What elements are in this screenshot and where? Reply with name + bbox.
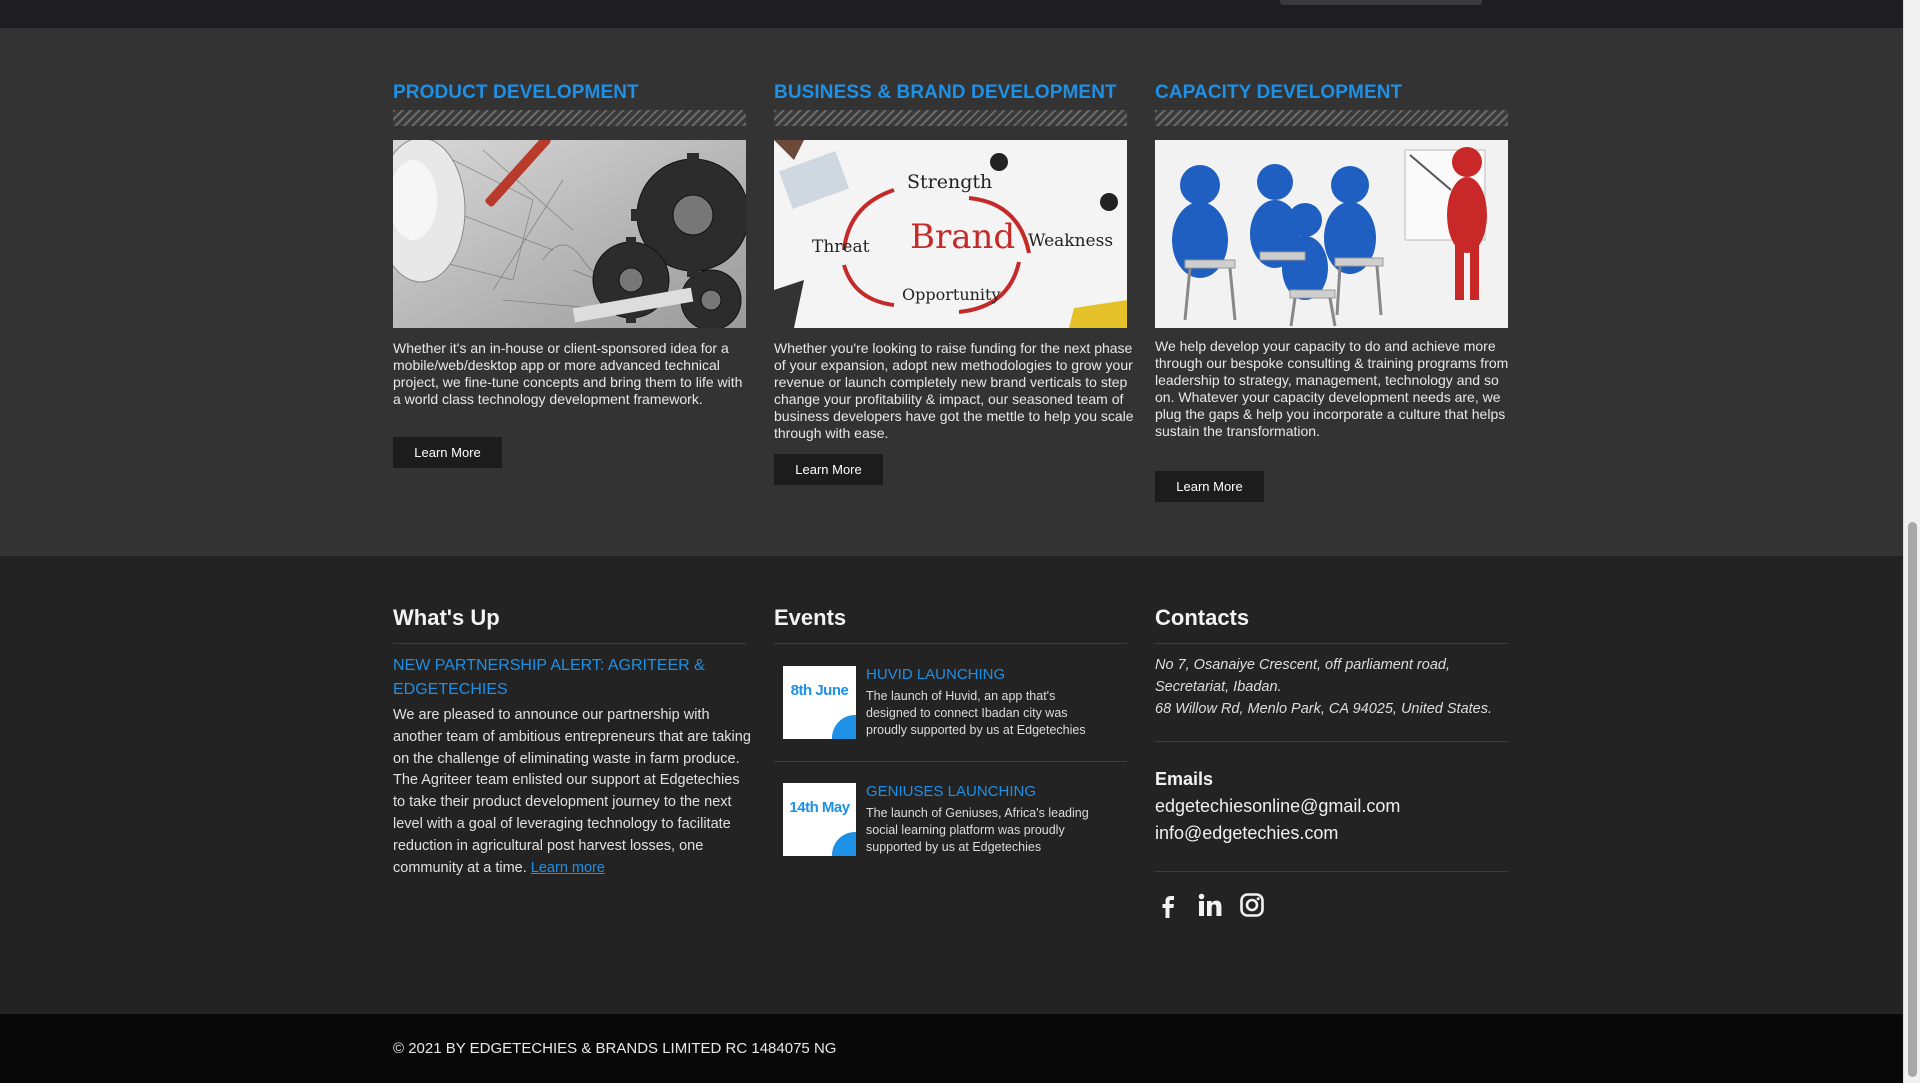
email-link[interactable]: edgetechiesonline@gmail.com bbox=[1155, 796, 1400, 817]
business-brand-image: Strength Brand Weakness Threat Opportuni… bbox=[774, 140, 1127, 328]
page-scrollbar[interactable] bbox=[1903, 0, 1920, 1083]
news-body: We are pleased to announce our partnersh… bbox=[393, 705, 753, 879]
event-date-badge: 14th May bbox=[783, 783, 856, 856]
divider bbox=[774, 643, 1127, 644]
whats-up-heading: What's Up bbox=[393, 605, 500, 630]
strength-word: Strength bbox=[907, 171, 992, 193]
copyright-bar: © 2021 BY EDGETECHIES & BRANDS LIMITED R… bbox=[0, 1014, 1903, 1083]
service-description: Whether you're looking to raise funding … bbox=[774, 340, 1134, 441]
service-title: BUSINESS & BRAND DEVELOPMENT bbox=[774, 82, 1117, 103]
badge-corner-shape bbox=[832, 832, 856, 856]
event-date: 8th June bbox=[790, 682, 849, 699]
address-block: No 7, Osanaiye Crescent, off parliament … bbox=[1155, 654, 1515, 720]
event-title[interactable]: GENIUSES LAUNCHING bbox=[866, 783, 1036, 800]
divider bbox=[1155, 871, 1508, 872]
threat-word: Threat bbox=[812, 237, 870, 257]
footer-widgets: What's Up NEW PARTNERSHIP ALERT: AGRITEE… bbox=[0, 556, 1903, 1014]
service-title: CAPACITY DEVELOPMENT bbox=[1155, 82, 1403, 103]
instagram-icon[interactable] bbox=[1238, 891, 1266, 919]
header-underline bbox=[1280, 0, 1482, 5]
badge-corner-shape bbox=[832, 715, 856, 739]
service-description: Whether it's an in-house or client-spons… bbox=[393, 340, 743, 407]
linkedin-icon[interactable] bbox=[1196, 891, 1224, 919]
learn-more-button[interactable]: Learn More bbox=[393, 437, 502, 468]
brand-word: Brand bbox=[910, 217, 1015, 257]
emails-heading: Emails bbox=[1155, 769, 1214, 789]
weakness-word: Weakness bbox=[1028, 231, 1113, 251]
contacts-heading: Contacts bbox=[1155, 605, 1250, 630]
events-heading: Events bbox=[774, 605, 847, 630]
divider bbox=[1155, 643, 1508, 644]
header-strip bbox=[0, 0, 1903, 28]
learn-more-button[interactable]: Learn More bbox=[1155, 471, 1264, 502]
event-item[interactable]: 14th May GENIUSES LAUNCHING The launch o… bbox=[774, 783, 1127, 883]
product-development-image bbox=[393, 140, 746, 328]
event-item[interactable]: 8th June HUVID LAUNCHING The launch of H… bbox=[774, 666, 1127, 766]
hatch-divider bbox=[393, 110, 746, 126]
hatch-divider bbox=[774, 110, 1127, 126]
event-description: The launch of Huvid, an app that's desig… bbox=[866, 689, 1086, 737]
divider bbox=[393, 643, 746, 644]
address-ibadan: No 7, Osanaiye Crescent, off parliament … bbox=[1155, 657, 1450, 695]
address-menlo-park: 68 Willow Rd, Menlo Park, CA 94025, Unit… bbox=[1155, 701, 1493, 717]
hatch-divider bbox=[1155, 110, 1508, 126]
event-title[interactable]: HUVID LAUNCHING bbox=[866, 666, 1005, 683]
opportunity-word: Opportunity bbox=[902, 285, 1001, 304]
event-date-badge: 8th June bbox=[783, 666, 856, 739]
services-section: PRODUCT DEVELOPMENT Whether it's an in-h… bbox=[0, 28, 1903, 556]
facebook-icon[interactable] bbox=[1155, 891, 1183, 919]
service-title: PRODUCT DEVELOPMENT bbox=[393, 82, 639, 103]
divider bbox=[1155, 741, 1508, 742]
capacity-development-image bbox=[1155, 140, 1508, 328]
event-date: 14th May bbox=[789, 799, 850, 816]
email-link[interactable]: info@edgetechies.com bbox=[1155, 823, 1338, 844]
event-description: The launch of Geniuses, Africa's leading… bbox=[866, 806, 1089, 854]
learn-more-button[interactable]: Learn More bbox=[774, 454, 883, 485]
copyright-text: © 2021 BY EDGETECHIES & BRANDS LIMITED R… bbox=[393, 1040, 837, 1057]
service-description: We help develop your capacity to do and … bbox=[1155, 338, 1509, 439]
news-title-link[interactable]: NEW PARTNERSHIP ALERT: AGRITEER & EDGETE… bbox=[393, 654, 733, 702]
scrollbar-thumb[interactable] bbox=[1908, 522, 1917, 1077]
learn-more-link[interactable]: Learn more bbox=[531, 860, 605, 876]
divider bbox=[774, 761, 1127, 762]
news-text: We are pleased to announce our partnersh… bbox=[393, 707, 751, 876]
